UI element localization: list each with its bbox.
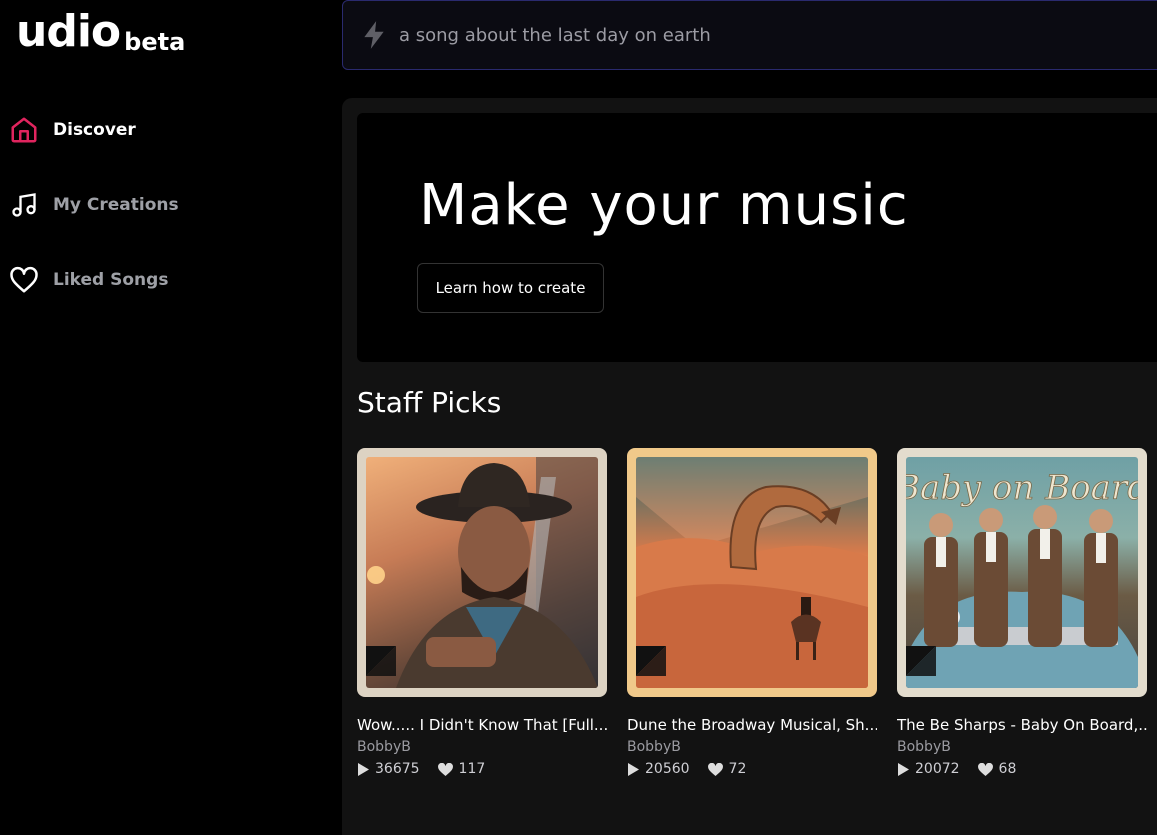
song-card[interactable]: Wow..... I Didn't Know That [Full... Bob…	[357, 448, 607, 777]
song-stats: 36675 117	[357, 761, 607, 777]
play-icon	[358, 762, 369, 776]
song-cover-art[interactable]	[627, 448, 877, 697]
sidebar-item-liked-songs[interactable]: Liked Songs	[0, 258, 342, 302]
like-count[interactable]: 72	[707, 761, 747, 777]
sidebar-item-discover[interactable]: Discover	[0, 108, 342, 152]
udio-corner-icon	[366, 646, 396, 676]
play-count-value: 36675	[375, 761, 420, 777]
play-count-value: 20560	[645, 761, 690, 777]
play-count-value: 20072	[915, 761, 960, 777]
play-count: 36675	[357, 761, 420, 777]
song-stats: 20560 72	[627, 761, 877, 777]
song-cover-art[interactable]: Baby on Board	[897, 448, 1147, 697]
prompt-search-bar	[342, 0, 1157, 70]
song-title[interactable]: Dune the Broadway Musical, Sh...	[627, 716, 877, 734]
prompt-input[interactable]	[399, 24, 1099, 46]
play-icon	[628, 762, 639, 776]
play-count: 20072	[897, 761, 960, 777]
song-cover-art[interactable]	[357, 448, 607, 697]
song-title[interactable]: Wow..... I Didn't Know That [Full...	[357, 716, 607, 734]
sidebar-item-label: My Creations	[53, 195, 179, 215]
heart-icon	[8, 264, 40, 296]
beta-badge: beta	[124, 28, 186, 56]
heart-icon	[707, 762, 723, 776]
play-count: 20560	[627, 761, 690, 777]
hero-banner: Make your music Learn how to create	[357, 113, 1157, 362]
like-count[interactable]: 68	[977, 761, 1017, 777]
main-panel: Make your music Learn how to create Staf…	[342, 98, 1157, 835]
sidebar: udio beta Discover My Creations Liked So…	[0, 0, 342, 835]
heart-icon	[437, 762, 453, 776]
like-count-value: 68	[998, 761, 1017, 777]
song-stats: 20072 68	[897, 761, 1147, 777]
sidebar-nav: Discover My Creations Liked Songs	[0, 108, 342, 333]
song-artist[interactable]: BobbyB	[627, 739, 877, 755]
staff-picks-heading: Staff Picks	[357, 386, 502, 419]
like-count[interactable]: 117	[437, 761, 486, 777]
song-title[interactable]: The Be Sharps - Baby On Board,...	[897, 716, 1147, 734]
cover-art-text: Baby on Board	[906, 468, 1138, 508]
song-card[interactable]: Baby on Board The Be Sharps - Baby On Bo…	[897, 448, 1147, 777]
learn-how-to-create-button[interactable]: Learn how to create	[417, 263, 604, 313]
song-artist[interactable]: BobbyB	[357, 739, 607, 755]
heart-icon	[977, 762, 993, 776]
play-icon	[898, 762, 909, 776]
app-root: udio beta Discover My Creations Liked So…	[0, 0, 1157, 835]
home-icon	[8, 114, 40, 146]
like-count-value: 72	[728, 761, 747, 777]
music-note-icon	[8, 189, 40, 221]
udio-corner-icon	[906, 646, 936, 676]
song-card[interactable]: Dune the Broadway Musical, Sh... BobbyB …	[627, 448, 877, 777]
logo-wordmark: udio	[16, 6, 121, 57]
lightning-icon	[359, 20, 389, 50]
udio-corner-icon	[636, 646, 666, 676]
sidebar-item-my-creations[interactable]: My Creations	[0, 183, 342, 227]
sidebar-item-label: Discover	[53, 120, 136, 140]
hero-title: Make your music	[419, 173, 909, 238]
sidebar-item-label: Liked Songs	[53, 270, 169, 290]
logo[interactable]: udio beta	[16, 6, 186, 57]
song-artist[interactable]: BobbyB	[897, 739, 1147, 755]
like-count-value: 117	[458, 761, 486, 777]
